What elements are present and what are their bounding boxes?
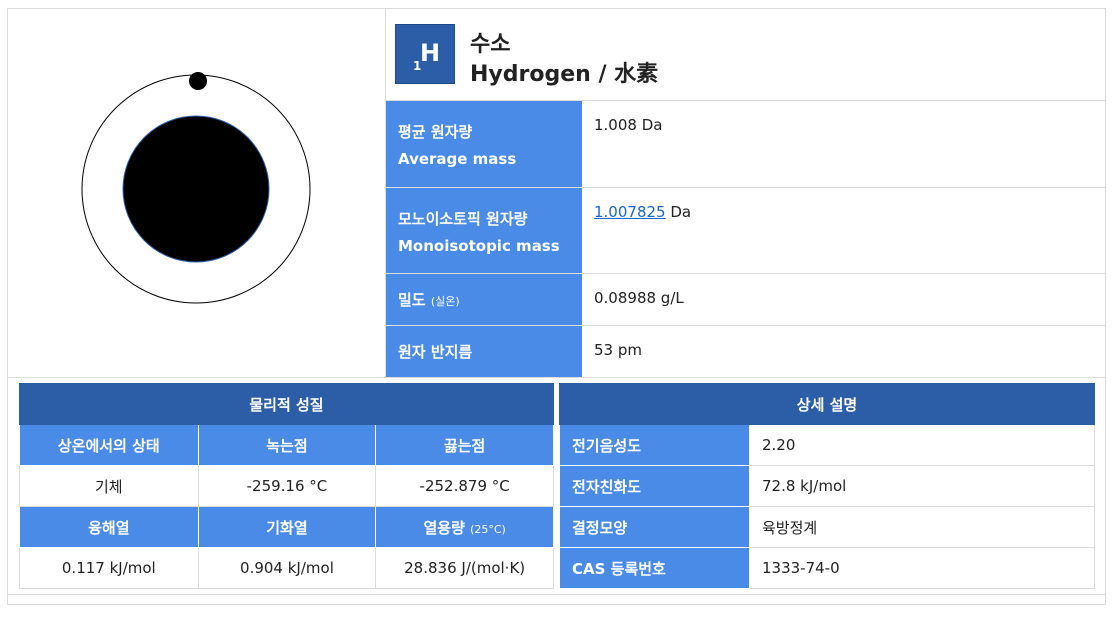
density-label: 밀도	[398, 291, 426, 309]
row-label: 전기음성도	[559, 424, 750, 466]
table-cell: 28.836 J/(mol·K)	[375, 547, 554, 589]
property-value: 1.008 Da	[594, 116, 663, 134]
row-value: 1333-74-0	[749, 547, 1095, 589]
table-caption: 상세 설명	[559, 383, 1095, 425]
element-card: 1 H 수소 Hydrogen / 水素 평균 원자량 Average mass…	[7, 8, 1106, 605]
property-label-english: Average mass	[398, 150, 517, 168]
row-label: CAS 등록번호	[559, 547, 750, 589]
element-header: 1 H 수소 Hydrogen / 水素	[386, 9, 1105, 101]
monoisotopic-mass-link[interactable]: 1.007825	[594, 203, 666, 221]
property-tables: 물리적 성질 상온에서의 상태 녹는점 끓는점 기체 -259.16 °C -2…	[19, 383, 1095, 591]
bohr-model-panel	[8, 9, 386, 377]
row-label: 전자친화도	[559, 465, 750, 507]
property-value: 53 pm	[594, 341, 642, 359]
property-label: 밀도 (실온)	[386, 274, 582, 325]
property-label-korean: 원자 반지름	[398, 343, 473, 361]
row-label: 결정모양	[559, 506, 750, 548]
nucleus	[122, 115, 270, 263]
divider	[8, 594, 1105, 595]
details-table: 상세 설명 전기음성도 2.20 전자친화도 72.8 kJ/mol 결정모양 …	[559, 383, 1095, 589]
element-name-korean: 수소	[470, 32, 511, 57]
table-cell: -252.879 °C	[375, 465, 554, 507]
property-label-korean: 평균 원자량	[398, 123, 473, 141]
monoisotopic-mass-unit: Da	[670, 203, 692, 221]
column-header: 융해열	[19, 506, 199, 548]
element-overview: 1 H 수소 Hydrogen / 水素 평균 원자량 Average mass…	[8, 9, 1105, 377]
element-name-english: Hydrogen / 水素	[470, 62, 659, 87]
bohr-model-diagram	[81, 72, 311, 304]
property-value: 0.08988 g/L	[594, 289, 684, 307]
property-label: 원자 반지름	[386, 326, 582, 377]
property-label: 평균 원자량 Average mass	[386, 101, 582, 187]
table-cell: -259.16 °C	[197, 465, 377, 507]
property-label-korean: 모노이소토픽 원자량	[398, 210, 528, 228]
row-value: 72.8 kJ/mol	[749, 465, 1095, 507]
property-row-density: 밀도 (실온) 0.08988 g/L	[386, 274, 1105, 326]
column-header: 끓는점	[375, 424, 554, 466]
heat-capacity-note: (25°C)	[470, 522, 506, 536]
table-cell: 기체	[19, 465, 199, 507]
row-value: 육방정계	[749, 506, 1095, 548]
element-symbol: H	[420, 39, 441, 67]
property-value: 1.007825 Da	[594, 203, 691, 221]
electron	[189, 72, 207, 90]
column-header: 열용량 (25°C)	[375, 506, 554, 548]
property-row-average-mass: 평균 원자량 Average mass 1.008 Da	[386, 101, 1105, 188]
column-header: 녹는점	[197, 424, 377, 466]
property-label-english: Monoisotopic mass	[398, 237, 560, 255]
property-label-korean: 밀도 (실온)	[398, 289, 460, 310]
element-info-panel: 1 H 수소 Hydrogen / 水素 평균 원자량 Average mass…	[386, 9, 1105, 377]
table-caption: 물리적 성질	[19, 383, 554, 425]
divider	[8, 377, 1105, 378]
table-cell: 0.904 kJ/mol	[197, 547, 377, 589]
property-label: 모노이소토픽 원자량 Monoisotopic mass	[386, 188, 582, 273]
column-header: 기화열	[197, 506, 377, 548]
table-cell: 0.117 kJ/mol	[19, 547, 199, 589]
property-row-atomic-radius: 원자 반지름 53 pm	[386, 326, 1105, 377]
column-header: 상온에서의 상태	[19, 424, 199, 466]
heat-capacity-label: 열용량	[423, 518, 465, 537]
physical-properties-table: 물리적 성질 상온에서의 상태 녹는점 끓는점 기체 -259.16 °C -2…	[19, 383, 554, 589]
density-note: (실온)	[430, 295, 460, 308]
property-row-monoisotopic-mass: 모노이소토픽 원자량 Monoisotopic mass 1.007825 Da	[386, 188, 1105, 274]
row-value: 2.20	[749, 424, 1095, 466]
element-symbol-tile: 1 H	[395, 24, 455, 84]
